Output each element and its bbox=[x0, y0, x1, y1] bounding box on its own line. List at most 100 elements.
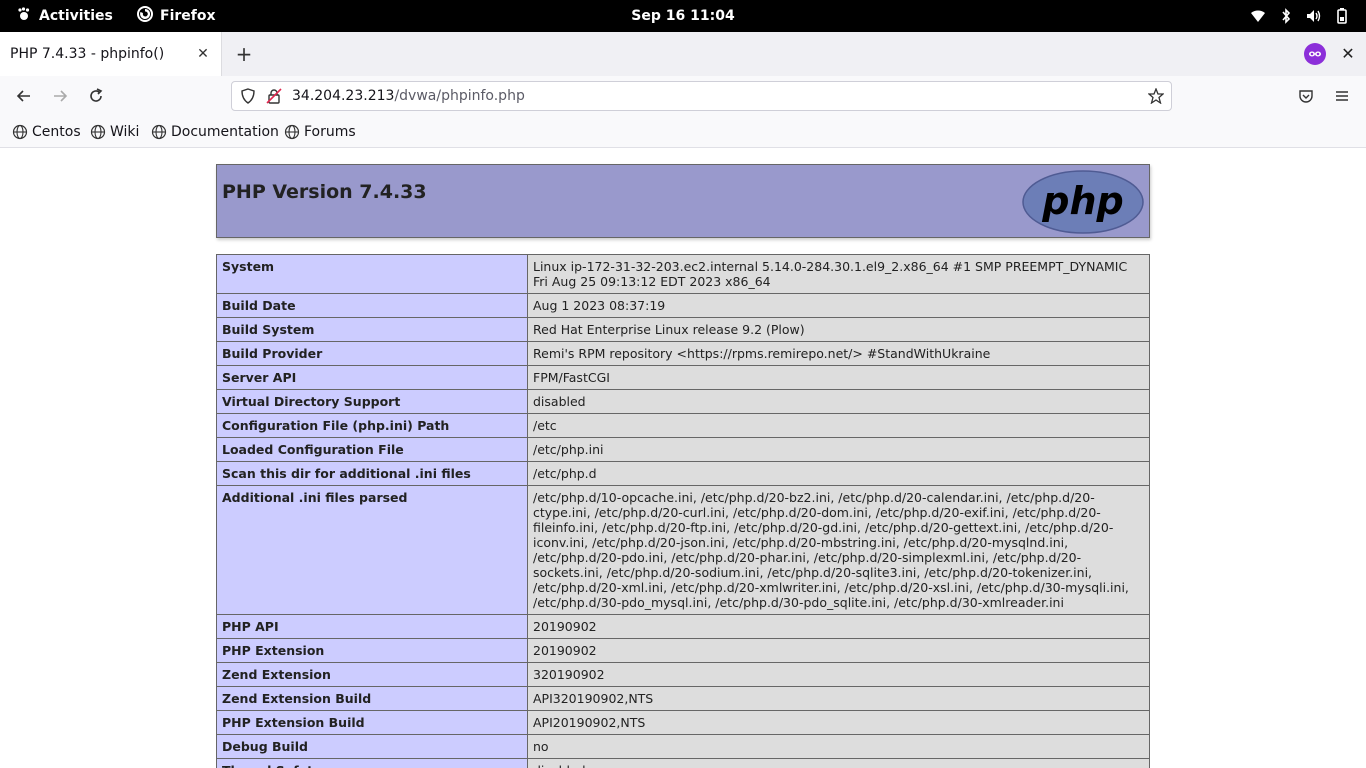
row-value: disabled bbox=[527, 389, 1150, 414]
row-key: Scan this dir for additional .ini files bbox=[216, 461, 528, 486]
table-row: Zend Extension Build API320190902,NTS bbox=[216, 686, 1150, 711]
row-value: 20190902 bbox=[527, 638, 1150, 663]
forward-button[interactable] bbox=[50, 86, 70, 106]
row-key: Zend Extension Build bbox=[216, 686, 528, 711]
row-value: /etc bbox=[527, 413, 1150, 438]
row-key: Configuration File (php.ini) Path bbox=[216, 413, 528, 438]
hamburger-menu-icon bbox=[1336, 91, 1348, 101]
insecure-lock-icon[interactable] bbox=[266, 88, 282, 108]
pocket-button[interactable] bbox=[1296, 86, 1316, 106]
firefox-icon bbox=[137, 6, 153, 26]
url-host: 34.204.23.213 bbox=[292, 88, 395, 104]
pocket-icon bbox=[1299, 90, 1313, 103]
bookmark-star-icon[interactable] bbox=[1147, 87, 1165, 108]
row-key: Zend Extension bbox=[216, 662, 528, 687]
row-key: PHP Extension bbox=[216, 638, 528, 663]
row-key: PHP Extension Build bbox=[216, 710, 528, 735]
table-row: Scan this dir for additional .ini files /… bbox=[216, 461, 1150, 486]
row-value: /etc/php.ini bbox=[527, 437, 1150, 462]
row-value: API320190902,NTS bbox=[527, 686, 1150, 711]
table-row: Loaded Configuration File/etc/php.ini bbox=[216, 437, 1150, 462]
bookmark-wiki[interactable]: Wiki bbox=[90, 116, 139, 148]
row-key: Server API bbox=[216, 365, 528, 390]
tracking-protection-icon[interactable] bbox=[240, 88, 256, 108]
bookmark-label: Forums bbox=[304, 124, 356, 140]
window-close-icon[interactable]: ✕ bbox=[1340, 44, 1356, 63]
globe-icon bbox=[12, 124, 28, 140]
bluetooth-icon bbox=[1278, 8, 1294, 24]
back-arrow-icon bbox=[16, 90, 30, 102]
row-value: Red Hat Enterprise Linux release 9.2 (Pl… bbox=[527, 317, 1150, 342]
row-value: 320190902 bbox=[527, 662, 1150, 687]
tab-phpinfo[interactable]: PHP 7.4.33 - phpinfo() ✕ bbox=[0, 32, 222, 76]
row-value: disabled bbox=[527, 758, 1150, 768]
new-tab-button[interactable]: + bbox=[234, 44, 254, 64]
bookmark-label: Wiki bbox=[110, 124, 140, 140]
address-bar[interactable]: 34.204.23.213/dvwa/phpinfo.php bbox=[231, 81, 1172, 111]
row-key: Virtual Directory Support bbox=[216, 389, 528, 414]
bookmark-label: Centos bbox=[32, 124, 81, 140]
table-row: Zend Extension 320190902 bbox=[216, 662, 1150, 687]
table-row: System Linux ip-172-31-32-203.ec2.interna… bbox=[216, 254, 1150, 294]
wifi-icon bbox=[1250, 8, 1266, 24]
row-key: Thread Safety bbox=[216, 758, 528, 768]
row-key: System bbox=[216, 254, 528, 294]
row-key: Debug Build bbox=[216, 734, 528, 759]
row-value: Linux ip-172-31-32-203.ec2.internal 5.14… bbox=[527, 254, 1150, 294]
globe-icon bbox=[151, 124, 167, 140]
bookmark-documentation[interactable]: Documentation bbox=[151, 116, 279, 148]
table-row: Build Date Aug 1 2023 08:37:19 bbox=[216, 293, 1150, 318]
globe-icon bbox=[90, 124, 106, 140]
php-info-table: System Linux ip-172-31-32-203.ec2.interna… bbox=[216, 254, 1150, 768]
row-value: 20190902 bbox=[527, 614, 1150, 639]
url-text: 34.204.23.213/dvwa/phpinfo.php bbox=[292, 88, 525, 104]
tab-strip: PHP 7.4.33 - phpinfo() ✕ + ✕ bbox=[0, 32, 1366, 76]
row-value: no bbox=[527, 734, 1150, 759]
row-value: FPM/FastCGI bbox=[527, 365, 1150, 390]
volume-icon bbox=[1306, 8, 1322, 24]
bookmarks-toolbar: Centos Wiki Documentation Forums bbox=[0, 116, 1366, 148]
firefox-app-menu[interactable]: Firefox bbox=[137, 0, 216, 32]
app-menu-button[interactable] bbox=[1332, 86, 1352, 106]
bookmark-label: Documentation bbox=[171, 124, 279, 140]
page-content: PHP Version 7.4.33 php System Linux ip-17… bbox=[0, 148, 1366, 768]
row-key: Build System bbox=[216, 317, 528, 342]
php-logo: php bbox=[1022, 170, 1144, 234]
table-row: Thread Safetydisabled bbox=[216, 758, 1150, 768]
bookmark-centos[interactable]: Centos bbox=[12, 116, 81, 148]
private-browsing-icon[interactable] bbox=[1304, 43, 1326, 65]
table-row: Build Provider Remi's RPM repository <htt… bbox=[216, 341, 1150, 366]
table-row: Build System Red Hat Enterprise Linux rel… bbox=[216, 317, 1150, 342]
row-value: Aug 1 2023 08:37:19 bbox=[527, 293, 1150, 318]
table-row: PHP Extension 20190902 bbox=[216, 638, 1150, 663]
system-tray[interactable] bbox=[1250, 0, 1350, 32]
row-value: API20190902,NTS bbox=[527, 710, 1150, 735]
battery-icon bbox=[1334, 8, 1350, 24]
activities-label: Activities bbox=[39, 8, 113, 24]
row-value: Remi's RPM repository <https://rpms.remi… bbox=[527, 341, 1150, 366]
tab-close-icon[interactable]: ✕ bbox=[195, 46, 211, 62]
row-value: /etc/php.d bbox=[527, 461, 1150, 486]
table-row: Debug Build no bbox=[216, 734, 1150, 759]
table-row: PHP API 20190902 bbox=[216, 614, 1150, 639]
row-key: Loaded Configuration File bbox=[216, 437, 528, 462]
php-version-header: PHP Version 7.4.33 php bbox=[216, 164, 1150, 238]
table-row: PHP Extension Build API20190902,NTS bbox=[216, 710, 1150, 735]
reload-icon bbox=[90, 88, 103, 102]
back-button[interactable] bbox=[14, 86, 34, 106]
table-row: Configuration File (php.ini) Path/etc bbox=[216, 413, 1150, 438]
row-value: /etc/php.d/10-opcache.ini, /etc/php.d/20… bbox=[527, 485, 1150, 615]
url-path: /dvwa/phpinfo.php bbox=[394, 88, 525, 104]
bookmark-forums[interactable]: Forums bbox=[284, 116, 356, 148]
navigation-toolbar: 34.204.23.213/dvwa/phpinfo.php bbox=[0, 76, 1366, 116]
table-row: Server API FPM/FastCGI bbox=[216, 365, 1150, 390]
svg-text:php: php bbox=[1041, 179, 1123, 223]
table-row: Virtual Directory Support disabled bbox=[216, 389, 1150, 414]
reload-button[interactable] bbox=[86, 86, 106, 106]
system-top-bar: Activities Firefox Sep 16 11:04 bbox=[0, 0, 1366, 32]
row-key: Build Date bbox=[216, 293, 528, 318]
activities-button[interactable]: Activities bbox=[17, 0, 113, 32]
row-key: Build Provider bbox=[216, 341, 528, 366]
forward-arrow-icon bbox=[54, 90, 68, 102]
firefox-app-label: Firefox bbox=[160, 8, 216, 24]
